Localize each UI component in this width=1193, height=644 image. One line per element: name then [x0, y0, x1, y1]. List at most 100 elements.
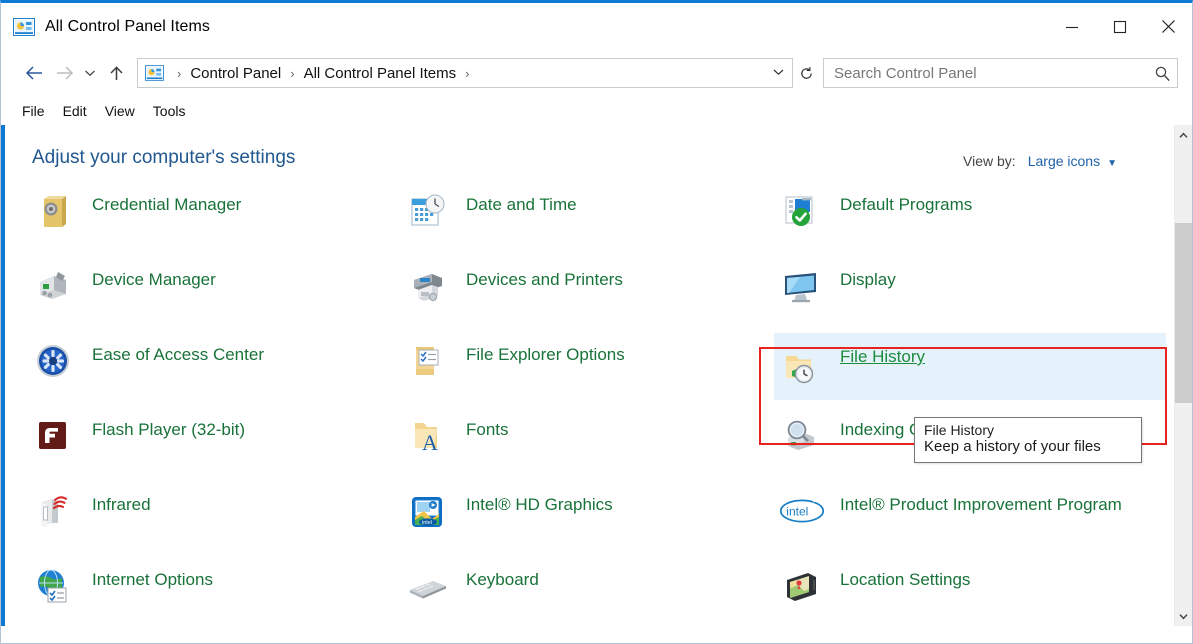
location-settings-icon [778, 562, 826, 610]
menu-item-view[interactable]: View [96, 100, 144, 122]
minimize-button[interactable] [1048, 3, 1096, 50]
item-label: Device Manager [92, 270, 216, 289]
items-pane: Adjust your computer's settings View by:… [6, 125, 1174, 626]
menu-item-edit[interactable]: Edit [54, 100, 96, 122]
item-label: Intel® Product Improvement Program [840, 495, 1122, 514]
keyboard-icon [404, 562, 452, 610]
svg-text:A: A [422, 430, 438, 455]
up-arrow-icon [109, 65, 123, 80]
intel-hd-graphics-icon: intel [404, 487, 452, 535]
window-title: All Control Panel Items [45, 17, 211, 35]
page-title: Adjust your computer's settings [32, 147, 296, 168]
left-accent-rail [1, 125, 5, 626]
breadcrumb-separator-2[interactable]: › [458, 66, 476, 81]
item-devices-and-printers[interactable]: Devices and Printers [404, 258, 778, 333]
item-label: Devices and Printers [466, 270, 623, 289]
ease-of-access-icon [30, 337, 78, 385]
search-box[interactable] [823, 58, 1178, 88]
item-label: File Explorer Options [466, 345, 625, 364]
breadcrumb-separator-1[interactable]: › [283, 66, 301, 81]
close-button[interactable] [1144, 3, 1192, 50]
breadcrumb[interactable]: › Control Panel › All Control Panel Item… [137, 58, 793, 88]
item-ease-of-access-center[interactable]: Ease of Access Center [30, 333, 404, 408]
file-history-icon [778, 343, 826, 391]
indexing-options-icon [778, 412, 826, 460]
item-infrared[interactable]: Infrared [30, 483, 404, 558]
scrollbar-thumb[interactable] [1175, 223, 1192, 403]
breadcrumb-separator-0: › [177, 65, 182, 81]
item-internet-options[interactable]: Internet Options [30, 558, 404, 626]
minimize-icon [1066, 26, 1078, 28]
grid-row: Ease of Access Center File Explorer Opti… [30, 333, 1170, 408]
item-label: Location Settings [840, 570, 971, 589]
maximize-icon [1113, 20, 1127, 33]
menu-item-file[interactable]: File [13, 100, 54, 122]
search-input[interactable] [824, 64, 1147, 82]
icon-grid: Credential Manager Date and Time Default… [6, 183, 1174, 626]
date-and-time-icon [404, 187, 452, 235]
item-label: Display [840, 270, 896, 289]
item-file-explorer-options[interactable]: File Explorer Options [404, 333, 778, 408]
devices-and-printers-icon [404, 262, 452, 310]
window-controls [1048, 3, 1192, 50]
item-display[interactable]: Display [778, 258, 1152, 333]
item-intel-product-improvement-program[interactable]: intel Intel® Product Improvement Program [778, 483, 1152, 558]
menu-item-tools[interactable]: Tools [144, 100, 195, 122]
forward-button[interactable] [49, 59, 79, 87]
magnifier-icon[interactable] [1147, 65, 1177, 82]
refresh-button[interactable] [793, 59, 819, 87]
item-label: Default Programs [840, 195, 973, 214]
svg-text:intel: intel [786, 505, 808, 519]
breadcrumb-control-panel-icon [145, 65, 164, 81]
title-bar: All Control Panel Items [1, 3, 1192, 50]
refresh-icon [800, 66, 812, 79]
item-label: Intel® HD Graphics [466, 495, 613, 514]
breadcrumb-dropdown-icon[interactable] [771, 67, 792, 79]
chevron-down-icon[interactable]: ▼ [1107, 158, 1117, 169]
item-location-settings[interactable]: Location Settings [778, 558, 1152, 626]
item-date-and-time[interactable]: Date and Time [404, 183, 778, 258]
credential-manager-icon [30, 187, 78, 235]
breadcrumb-item-control-panel[interactable]: Control Panel [188, 65, 283, 82]
chevron-down-icon [85, 70, 95, 77]
vertical-scrollbar[interactable] [1174, 125, 1192, 626]
item-label: Keyboard [466, 570, 539, 589]
grid-row: Infrared intel Intel® HD Graphics intel … [30, 483, 1170, 558]
item-credential-manager[interactable]: Credential Manager [30, 183, 404, 258]
tooltip-body: Keep a history of your files [924, 438, 1101, 456]
internet-options-icon [30, 562, 78, 610]
file-explorer-options-icon [404, 337, 452, 385]
scroll-down-button[interactable] [1175, 607, 1192, 625]
display-icon [778, 262, 826, 310]
item-label: Date and Time [466, 195, 577, 214]
item-label: Ease of Access Center [92, 345, 264, 364]
maximize-button[interactable] [1096, 3, 1144, 50]
close-icon [1161, 20, 1175, 33]
forward-arrow-icon [56, 66, 73, 80]
scroll-up-button[interactable] [1175, 126, 1192, 144]
item-intel-hd-graphics[interactable]: intel Intel® HD Graphics [404, 483, 778, 558]
chevron-down-icon [1179, 613, 1188, 620]
control-panel-window: All Control Panel Items › Control Panel … [0, 0, 1193, 644]
intel-logo-icon: intel [778, 487, 826, 535]
recent-locations-button[interactable] [79, 59, 101, 87]
item-fonts[interactable]: A Fonts [404, 408, 778, 483]
item-keyboard[interactable]: Keyboard [404, 558, 778, 626]
svg-text:intel: intel [422, 520, 432, 526]
view-by-value[interactable]: Large icons [1028, 153, 1100, 169]
item-device-manager[interactable]: Device Manager [30, 258, 404, 333]
up-button[interactable] [101, 59, 131, 87]
item-label: Credential Manager [92, 195, 242, 214]
item-label: Infrared [92, 495, 151, 514]
breadcrumb-item-all-control-panel-items[interactable]: All Control Panel Items [302, 65, 459, 82]
back-button[interactable] [19, 59, 49, 87]
grid-row: Credential Manager Date and Time Default… [30, 183, 1170, 258]
grid-row: Internet Options Keyboard Location Setti… [30, 558, 1170, 626]
chevron-up-icon [1179, 131, 1188, 138]
fonts-icon: A [404, 412, 452, 460]
item-default-programs[interactable]: Default Programs [778, 183, 1152, 258]
item-file-history[interactable]: File History [774, 333, 1166, 400]
item-flash-player[interactable]: Flash Player (32-bit) [30, 408, 404, 483]
default-programs-icon [778, 187, 826, 235]
device-manager-icon [30, 262, 78, 310]
